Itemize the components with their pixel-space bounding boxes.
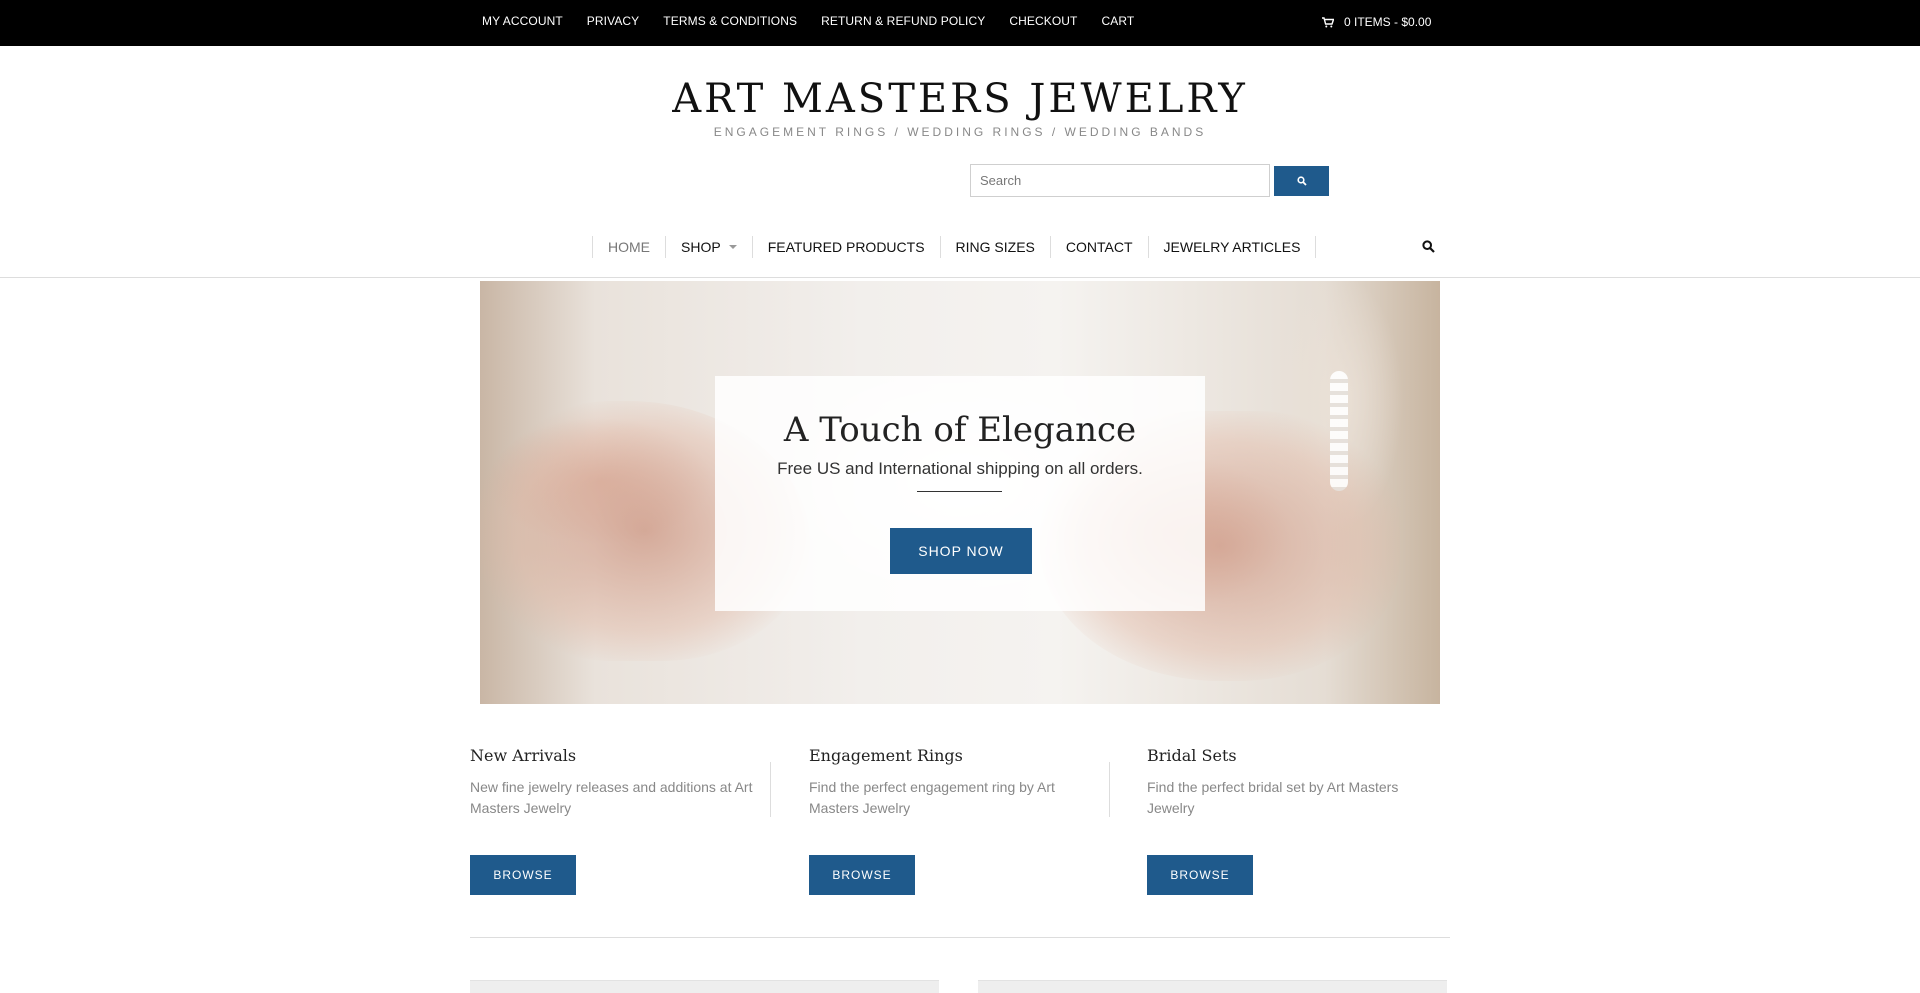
product-card-right[interactable] [978, 980, 1447, 993]
nav-shop-label: SHOP [681, 239, 721, 255]
cart-link[interactable]: CART [1101, 14, 1134, 28]
category-title[interactable]: Bridal Sets [1147, 746, 1437, 765]
checkout-link[interactable]: CHECKOUT [1009, 14, 1077, 28]
my-account-link[interactable]: MY ACCOUNT [482, 14, 563, 28]
browse-bridal-sets-button[interactable]: BROWSE [1147, 855, 1253, 895]
nav-contact[interactable]: CONTACT [1051, 236, 1149, 258]
cart-summary-text: 0 ITEMS - $0.00 [1344, 15, 1432, 29]
nav-home[interactable]: HOME [593, 236, 666, 258]
column-divider [1109, 762, 1110, 817]
site-logo[interactable]: ART MASTERS JEWELRY [0, 76, 1920, 122]
privacy-link[interactable]: PRIVACY [587, 14, 640, 28]
cart-summary[interactable]: 0 ITEMS - $0.00 [1322, 15, 1431, 29]
hero-subtitle: Free US and International shipping on al… [777, 459, 1143, 478]
hero-divider [917, 491, 1002, 492]
nav-search-button[interactable] [1422, 240, 1435, 258]
product-card-left[interactable] [470, 980, 939, 993]
hero-caption-box: A Touch of Elegance Free US and Internat… [715, 376, 1205, 611]
category-engagement-rings: Engagement Rings Find the perfect engage… [809, 746, 1099, 895]
category-description: Find the perfect bridal set by Art Maste… [1147, 779, 1399, 816]
search-icon [1422, 240, 1435, 253]
category-title[interactable]: Engagement Rings [809, 746, 1099, 765]
category-title[interactable]: New Arrivals [470, 746, 760, 765]
top-bar: MY ACCOUNT PRIVACY TERMS & CONDITIONS RE… [0, 0, 1920, 46]
category-new-arrivals: New Arrivals New fine jewelry releases a… [470, 746, 760, 895]
search-button[interactable] [1274, 166, 1329, 196]
hero-title: A Touch of Elegance [783, 410, 1137, 450]
browse-new-arrivals-button[interactable]: BROWSE [470, 855, 576, 895]
search-icon [1296, 176, 1307, 186]
nav-featured-products[interactable]: FEATURED PRODUCTS [753, 236, 941, 258]
search-input[interactable] [970, 164, 1270, 197]
top-links: MY ACCOUNT PRIVACY TERMS & CONDITIONS RE… [482, 14, 1158, 28]
shopping-cart-icon [1322, 16, 1334, 27]
nav-shop[interactable]: SHOP [666, 236, 753, 258]
category-bridal-sets: Bridal Sets Find the perfect bridal set … [1147, 746, 1437, 895]
site-tagline: ENGAGEMENT RINGS / WEDDING RINGS / WEDDI… [713, 125, 1207, 139]
category-description: Find the perfect engagement ring by Art … [809, 779, 1055, 816]
column-divider [770, 762, 771, 817]
header-divider [0, 277, 1920, 278]
hero-image-bracelet [1330, 371, 1348, 491]
refund-policy-link[interactable]: RETURN & REFUND POLICY [821, 14, 985, 28]
shop-now-button[interactable]: SHOP NOW [890, 528, 1032, 574]
nav-ring-sizes[interactable]: RING SIZES [941, 236, 1051, 258]
section-divider [470, 937, 1450, 938]
main-nav: HOME SHOP FEATURED PRODUCTS RING SIZES C… [592, 236, 1317, 258]
hero-banner: A Touch of Elegance Free US and Internat… [480, 281, 1440, 704]
terms-link[interactable]: TERMS & CONDITIONS [663, 14, 797, 28]
category-description: New fine jewelry releases and additions … [470, 779, 753, 816]
nav-jewelry-articles[interactable]: JEWELRY ARTICLES [1149, 236, 1317, 258]
browse-engagement-rings-button[interactable]: BROWSE [809, 855, 915, 895]
chevron-down-icon [728, 245, 737, 249]
